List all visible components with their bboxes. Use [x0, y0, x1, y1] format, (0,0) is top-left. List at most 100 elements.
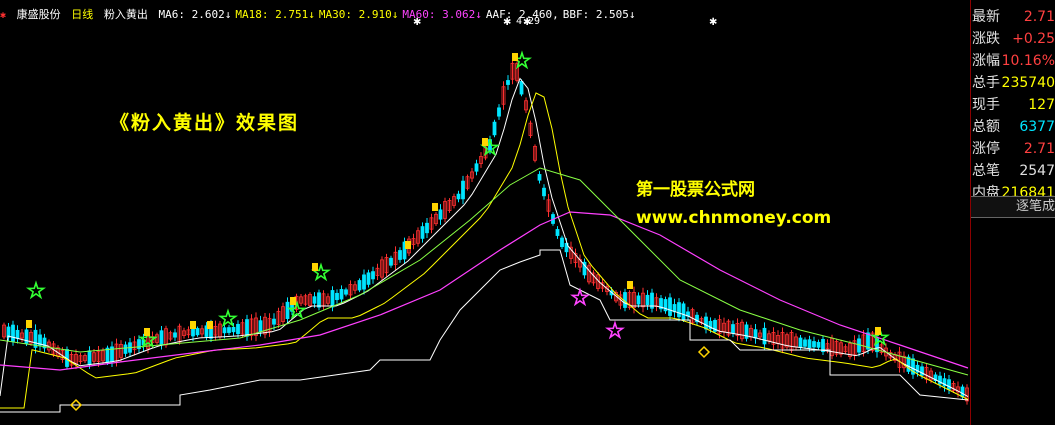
candle-body — [668, 297, 672, 316]
candle-body — [681, 303, 686, 321]
candle-body — [947, 379, 951, 390]
candle-body — [357, 280, 362, 291]
candle-body — [11, 324, 15, 342]
candle-body — [438, 209, 443, 220]
overlay-title: 《粉入黄出》效果图 — [110, 112, 300, 134]
quote-panel: 最新 2.71 涨跌 +0.25 涨幅 10.16% 总手 235740 现手 127 总额 6377… — [971, 0, 1055, 425]
candle-body — [803, 339, 807, 347]
signal-flag-icon — [627, 281, 633, 289]
quote-row: 总笔 2547 — [971, 160, 1055, 182]
quote-value: 2.71 — [1023, 9, 1055, 25]
diamond-marker-icon — [697, 345, 711, 359]
chart-area[interactable]: ✱ 康盛股份 日线 粉入黄出 MA6: 2.602↓ MA18: 2.751↓ MA… — [0, 0, 971, 425]
quote-row: 现手 127 — [971, 94, 1055, 116]
candle-body — [807, 339, 812, 349]
quote-label: 最新 — [972, 9, 1000, 25]
top-markers: ✱ ✱ ✱ ✱ — [0, 17, 970, 28]
signal-flag-icon — [312, 263, 318, 271]
candle-body — [497, 107, 501, 117]
top-marker: ✱ — [709, 17, 718, 28]
candle-body — [312, 296, 317, 304]
buy-signal-star-icon: ☆ — [218, 307, 238, 332]
candle-body — [330, 290, 335, 308]
tab-trade-detail[interactable]: 逐笔成 — [971, 196, 1055, 218]
quote-value: 127 — [1028, 97, 1055, 113]
candle-body — [506, 80, 510, 85]
candle-body — [123, 344, 128, 354]
candle-body — [173, 332, 177, 338]
quote-value: 10.16% — [1001, 53, 1055, 69]
quote-value: +0.25 — [1012, 31, 1055, 47]
signal-flag-icon — [26, 320, 32, 328]
candle-body — [560, 237, 564, 248]
quote-row: 涨停 2.71 — [971, 138, 1055, 160]
candle-body — [398, 250, 402, 260]
candle-body — [105, 347, 110, 363]
candle-body — [339, 289, 344, 300]
candle-body — [15, 329, 20, 339]
candle-body — [474, 163, 479, 172]
candle-body — [816, 341, 821, 348]
candle-body — [555, 229, 560, 236]
signal-flag-icon — [190, 321, 196, 329]
quote-value: 235740 — [1001, 75, 1055, 91]
quote-row: 涨幅 10.16% — [971, 50, 1055, 72]
candle-body — [753, 329, 758, 339]
signal-flag-icon — [207, 321, 213, 329]
candle-body — [798, 337, 803, 348]
quote-label: 涨跌 — [972, 31, 1000, 47]
sub-indicator-strip — [0, 418, 970, 425]
candle-body — [159, 330, 164, 346]
signal-flag-icon — [512, 53, 518, 61]
quote-label: 现手 — [972, 97, 1000, 113]
signal-flag-icon — [405, 241, 411, 249]
candle-body — [317, 292, 321, 308]
candle-body — [272, 318, 276, 325]
overlay-site-name: 第一股票公式网 — [636, 180, 755, 200]
candle-body — [677, 302, 681, 318]
signal-flag-icon — [144, 328, 150, 336]
quote-label: 涨停 — [972, 141, 1000, 157]
top-marker: ✱ — [413, 17, 422, 28]
signal-flag-icon — [432, 203, 438, 211]
sell-signal-star-icon: ☆ — [570, 286, 590, 311]
candle-body — [195, 328, 200, 336]
candle-body — [87, 350, 92, 365]
candle-body — [456, 193, 461, 200]
quote-row: 总手 235740 — [971, 72, 1055, 94]
quote-row: 总额 6377 — [971, 116, 1055, 138]
quote-row: 最新 2.71 — [971, 6, 1055, 28]
quote-label: 涨幅 — [972, 53, 1000, 69]
candle-body — [812, 341, 816, 348]
sell-signal-star-icon: ☆ — [605, 319, 625, 344]
signal-flag-icon — [875, 327, 881, 335]
candle-body — [960, 386, 965, 398]
quote-value: 2.71 — [1023, 141, 1055, 157]
candle-body — [636, 295, 641, 305]
candle-body — [420, 226, 425, 239]
candle-body — [704, 316, 708, 330]
candle-body — [731, 324, 735, 334]
candle-body — [389, 257, 393, 266]
quote-label: 总额 — [972, 119, 1000, 135]
candle-body — [245, 319, 249, 337]
quote-row: 涨跌 +0.25 — [971, 28, 1055, 50]
signal-flag-icon — [482, 138, 488, 146]
candle-body — [645, 294, 650, 306]
candle-body — [258, 320, 263, 333]
top-marker: ✱ — [503, 17, 512, 28]
candle-body — [366, 272, 371, 285]
buy-signal-star-icon: ☆ — [26, 279, 46, 304]
quote-label: 总手 — [972, 75, 1000, 91]
candle-body — [362, 274, 366, 290]
quote-value: 6377 — [1019, 119, 1055, 135]
candle-body — [542, 187, 546, 197]
quote-label: 总笔 — [972, 163, 1000, 179]
quote-value: 2547 — [1019, 163, 1055, 179]
candle-body — [492, 121, 497, 136]
candle-body — [461, 180, 465, 200]
buy-signal-star-icon: ☆ — [512, 49, 532, 74]
candle-body — [344, 289, 348, 295]
candle-body — [371, 271, 375, 280]
candle-body — [762, 327, 767, 345]
